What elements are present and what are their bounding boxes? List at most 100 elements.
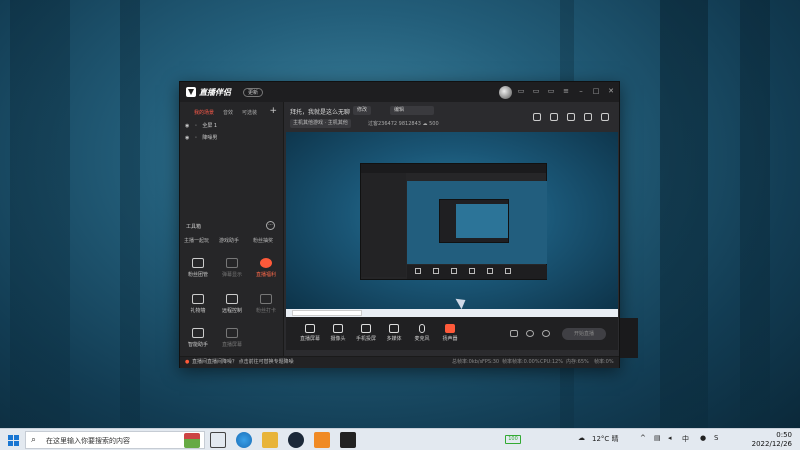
tab-sound[interactable]: 音效	[223, 109, 233, 116]
scene-label: 全屏 1	[202, 123, 218, 129]
update-badge[interactable]: 更新	[243, 88, 264, 97]
close-icon[interactable]: ✕	[607, 87, 615, 95]
tray-chevron-icon[interactable]: ^	[640, 434, 646, 442]
edit-chip[interactable]: 修改	[353, 106, 372, 115]
source-dock: 直播屏幕 摄像头 手机投屏 多媒体 麦克风 扬声器 开始直播	[286, 317, 618, 350]
tool-assistant[interactable]: 智能助手	[184, 328, 212, 348]
settings-icon[interactable]	[542, 330, 550, 337]
timer-icon[interactable]	[526, 330, 534, 337]
fans-icon	[192, 258, 204, 268]
record-icon[interactable]	[510, 330, 518, 337]
status-metric: 内存:65%	[566, 359, 589, 365]
screen-icon[interactable]: ▭	[532, 87, 540, 95]
tool-remote[interactable]: 远程控制	[218, 294, 246, 314]
task-view-icon[interactable]	[210, 432, 226, 448]
gift-heart-icon	[260, 258, 272, 268]
upload-icon	[260, 294, 272, 304]
status-metric: FPS:30	[482, 359, 500, 365]
stream-title[interactable]: 拜托，我就是这么无聊	[290, 107, 350, 116]
start-live-button[interactable]: 开始直播	[562, 328, 606, 340]
tool-fans[interactable]: 粉丝团管	[184, 258, 212, 278]
lock-icon[interactable]: ◦	[194, 135, 197, 141]
tool-welfare[interactable]: 直播福利	[252, 258, 280, 278]
network-icon[interactable]: ▤	[654, 434, 661, 442]
user-avatar[interactable]	[499, 86, 512, 99]
eye-icon[interactable]: ◉	[185, 123, 189, 129]
toolbox-link[interactable]: 粉丝抽奖	[253, 237, 273, 244]
message-icon[interactable]: ▭	[517, 87, 525, 95]
status-metric: 总帧率:0kb/s	[452, 359, 483, 365]
side-popout[interactable]	[620, 318, 638, 358]
toolbox-title: 工具箱	[186, 224, 202, 230]
assistant-icon	[192, 328, 204, 338]
speaker-button[interactable]: 扬声器	[438, 324, 462, 342]
screen-capture-button[interactable]: 直播屏幕	[298, 324, 322, 342]
system-clock[interactable]: 0:50 2022/12/26	[752, 431, 792, 449]
search-highlight-icon	[184, 433, 200, 448]
shop-icon[interactable]	[550, 113, 558, 121]
download-icon	[226, 328, 238, 338]
share-icon[interactable]	[601, 113, 609, 121]
steam-icon[interactable]	[288, 432, 304, 448]
eye-icon[interactable]: ◉	[185, 135, 189, 141]
taskbar-search-input[interactable]: ⌕ 在这里输入你要搜索的内容	[25, 431, 205, 449]
windows-start-icon[interactable]	[8, 435, 19, 446]
tool-checkin[interactable]: 粉丝打卡	[252, 294, 280, 314]
battery-icon[interactable]: 100	[505, 435, 521, 444]
stream-stats: 过客236472 9812843 ☁ 500	[368, 121, 439, 127]
title-bar: 直播伴侣 更新 ▭ ▭ ▭ ≡ – □ ✕	[180, 82, 619, 102]
tab-optional[interactable]: 可选装	[242, 109, 257, 116]
add-scene-button[interactable]: +	[269, 106, 277, 116]
volume-icon[interactable]: ◂	[668, 434, 672, 442]
minimize-icon[interactable]: –	[577, 87, 585, 95]
chat-icon[interactable]	[567, 113, 575, 121]
phone-cast-icon	[361, 324, 371, 333]
toolbox-link[interactable]: 游戏助手	[219, 237, 239, 244]
more-icon[interactable]: ···	[266, 221, 275, 230]
app-orange-icon[interactable]	[314, 432, 330, 448]
scene-item[interactable]: ◉ ◦ 全屏 1	[185, 121, 217, 130]
background-tree	[660, 0, 708, 430]
status-message[interactable]: 直播间直播间降噪？ 点击前往可替换专题降噪	[192, 357, 294, 368]
maximize-icon[interactable]: □	[592, 87, 600, 95]
edge-icon[interactable]	[236, 432, 252, 448]
file-explorer-icon[interactable]	[262, 432, 278, 448]
camera-button[interactable]: 摄像头	[326, 324, 350, 342]
background-tree	[10, 0, 70, 430]
nested-preview-window	[360, 163, 547, 280]
streaming-app-window: 直播伴侣 更新 ▭ ▭ ▭ ≡ – □ ✕ 我的场景 音效 可选装 + ◉ ◦ …	[179, 81, 620, 368]
weather-text[interactable]: 12°C 晴	[592, 434, 619, 444]
search-icon: ⌕	[31, 435, 37, 445]
app-logo-icon	[186, 87, 196, 97]
antivirus-icon[interactable]: ●	[700, 434, 706, 442]
edit-field[interactable]: 编辑	[390, 106, 434, 115]
warning-icon: ●	[185, 359, 190, 365]
gift-icon[interactable]	[533, 113, 541, 121]
speaker-icon	[445, 324, 455, 333]
ime-icon[interactable]: 中	[682, 434, 689, 444]
menu-icon[interactable]: ≡	[562, 87, 570, 95]
weather-icon[interactable]: ☁	[578, 434, 585, 442]
gift-wall-icon	[192, 294, 204, 304]
sogou-icon[interactable]: S	[714, 434, 718, 442]
tab-scenes[interactable]: 我的场景	[194, 109, 214, 116]
skin-icon[interactable]: ▭	[547, 87, 555, 95]
media-button[interactable]: 多媒体	[382, 324, 406, 342]
tool-gift-wall[interactable]: 礼物墙	[184, 294, 212, 314]
scene-item[interactable]: ◉ ◦ 降噪男	[185, 133, 217, 142]
microphone-button[interactable]: 麦克风	[410, 324, 434, 342]
camera-icon	[333, 324, 343, 333]
tool-danmaku[interactable]: 弹幕显示	[218, 258, 246, 278]
tool-screen[interactable]: 直播屏幕	[218, 328, 246, 348]
lock-icon[interactable]: ◦	[194, 123, 197, 129]
category-chip[interactable]: 主机其他游戏 · 主机其他	[290, 119, 351, 128]
status-bar: ● 直播间直播间降噪？ 点击前往可替换专题降噪 总帧率:0kb/s FPS:30…	[180, 356, 619, 368]
background-tree	[120, 0, 140, 430]
toolbox-link[interactable]: 主播一起玩	[184, 237, 209, 244]
phone-cast-button[interactable]: 手机投屏	[354, 324, 378, 342]
status-metric: 帧率:0%	[594, 359, 614, 365]
live-preview[interactable]	[286, 132, 618, 317]
background-tree	[740, 0, 770, 430]
bell-icon[interactable]	[584, 113, 592, 121]
live-companion-icon[interactable]	[340, 432, 356, 448]
